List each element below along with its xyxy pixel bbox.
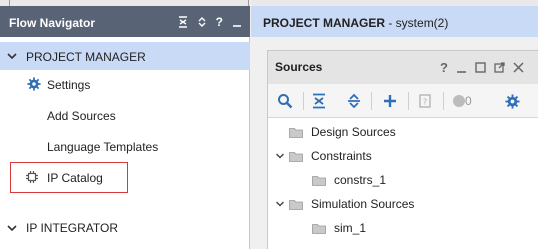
folder-icon [289, 151, 303, 162]
float-icon[interactable] [494, 62, 505, 73]
chevron-down-icon[interactable] [275, 151, 285, 161]
tree-item-label: sim_1 [334, 221, 367, 235]
sources-title: Sources [275, 60, 323, 74]
maximize-icon[interactable] [475, 62, 486, 73]
sources-panel-header: Sources ? [268, 51, 538, 84]
folder-icon [289, 199, 303, 210]
tree-item-label: Simulation Sources [311, 197, 415, 211]
toolbar-separator [408, 92, 409, 110]
flow-navigator-header: Flow Navigator ? [0, 6, 250, 37]
project-name: - system(2) [385, 16, 449, 30]
folder-icon [312, 175, 326, 186]
section-label: PROJECT MANAGER [26, 50, 146, 64]
project-title: PROJECT MANAGER - system(2) [263, 16, 448, 30]
tree-item-label: constrs_1 [334, 173, 387, 187]
tree-item-label: Design Sources [311, 125, 396, 139]
tree-item-sim-1[interactable]: sim_1 [312, 217, 366, 239]
ip-chip-icon [26, 171, 38, 183]
search-icon[interactable] [275, 91, 295, 111]
tree-item-design-sources[interactable]: Design Sources [289, 121, 396, 143]
section-ip-integrator[interactable]: IP INTEGRATOR [0, 216, 250, 242]
gear-icon [27, 77, 41, 91]
nav-item-add-sources[interactable]: Add Sources [47, 109, 116, 123]
status-count: 0 [465, 94, 472, 108]
tree-item-simulation-sources[interactable]: Simulation Sources [289, 193, 414, 215]
project-manager-header: PROJECT MANAGER - system(2) [251, 6, 538, 37]
folder-icon [312, 223, 326, 234]
chevron-down-icon[interactable] [275, 199, 285, 209]
expand-all-icon[interactable] [344, 91, 364, 111]
section-project-manager[interactable]: PROJECT MANAGER [0, 42, 250, 70]
unknown-file-icon[interactable]: ? [415, 91, 435, 111]
toolbar-separator [371, 92, 372, 110]
collapse-all-icon[interactable] [178, 15, 188, 28]
svg-text:?: ? [423, 98, 427, 107]
sources-panel: Sources ? ? 0 Design Sources Constraints… [267, 50, 538, 249]
tree-item-constraints[interactable]: Constraints [289, 145, 372, 167]
tree-item-constrs-1[interactable]: constrs_1 [312, 169, 386, 191]
section-label: IP INTEGRATOR [26, 221, 119, 235]
tree-item-label: Constraints [311, 149, 372, 163]
settings-gear-icon[interactable] [502, 91, 522, 111]
folder-icon [289, 127, 303, 138]
minimize-icon[interactable] [456, 62, 467, 74]
project-title-bold: PROJECT MANAGER [263, 16, 386, 30]
minimize-icon[interactable] [232, 16, 242, 28]
flow-navigator-panel: Flow Navigator ? PROJECT MANAGER Setting… [0, 0, 250, 249]
toolbar-separator [443, 92, 444, 110]
collapse-all-icon[interactable] [309, 91, 329, 111]
help-icon[interactable]: ? [440, 61, 448, 74]
chevron-down-icon[interactable] [6, 222, 18, 234]
nav-item-ip-catalog[interactable]: IP Catalog [47, 171, 103, 185]
status-dot-icon [453, 95, 465, 107]
flow-navigator-title: Flow Navigator [9, 16, 96, 30]
expand-all-icon[interactable] [197, 16, 207, 28]
nav-item-language-templates[interactable]: Language Templates [47, 140, 158, 154]
nav-item-settings[interactable]: Settings [47, 78, 90, 92]
add-icon[interactable] [380, 91, 400, 111]
chevron-down-icon[interactable] [6, 50, 18, 62]
help-icon[interactable]: ? [216, 16, 223, 28]
sources-toolbar: ? 0 [268, 84, 538, 118]
close-icon[interactable] [513, 62, 524, 73]
toolbar-separator [303, 92, 304, 110]
